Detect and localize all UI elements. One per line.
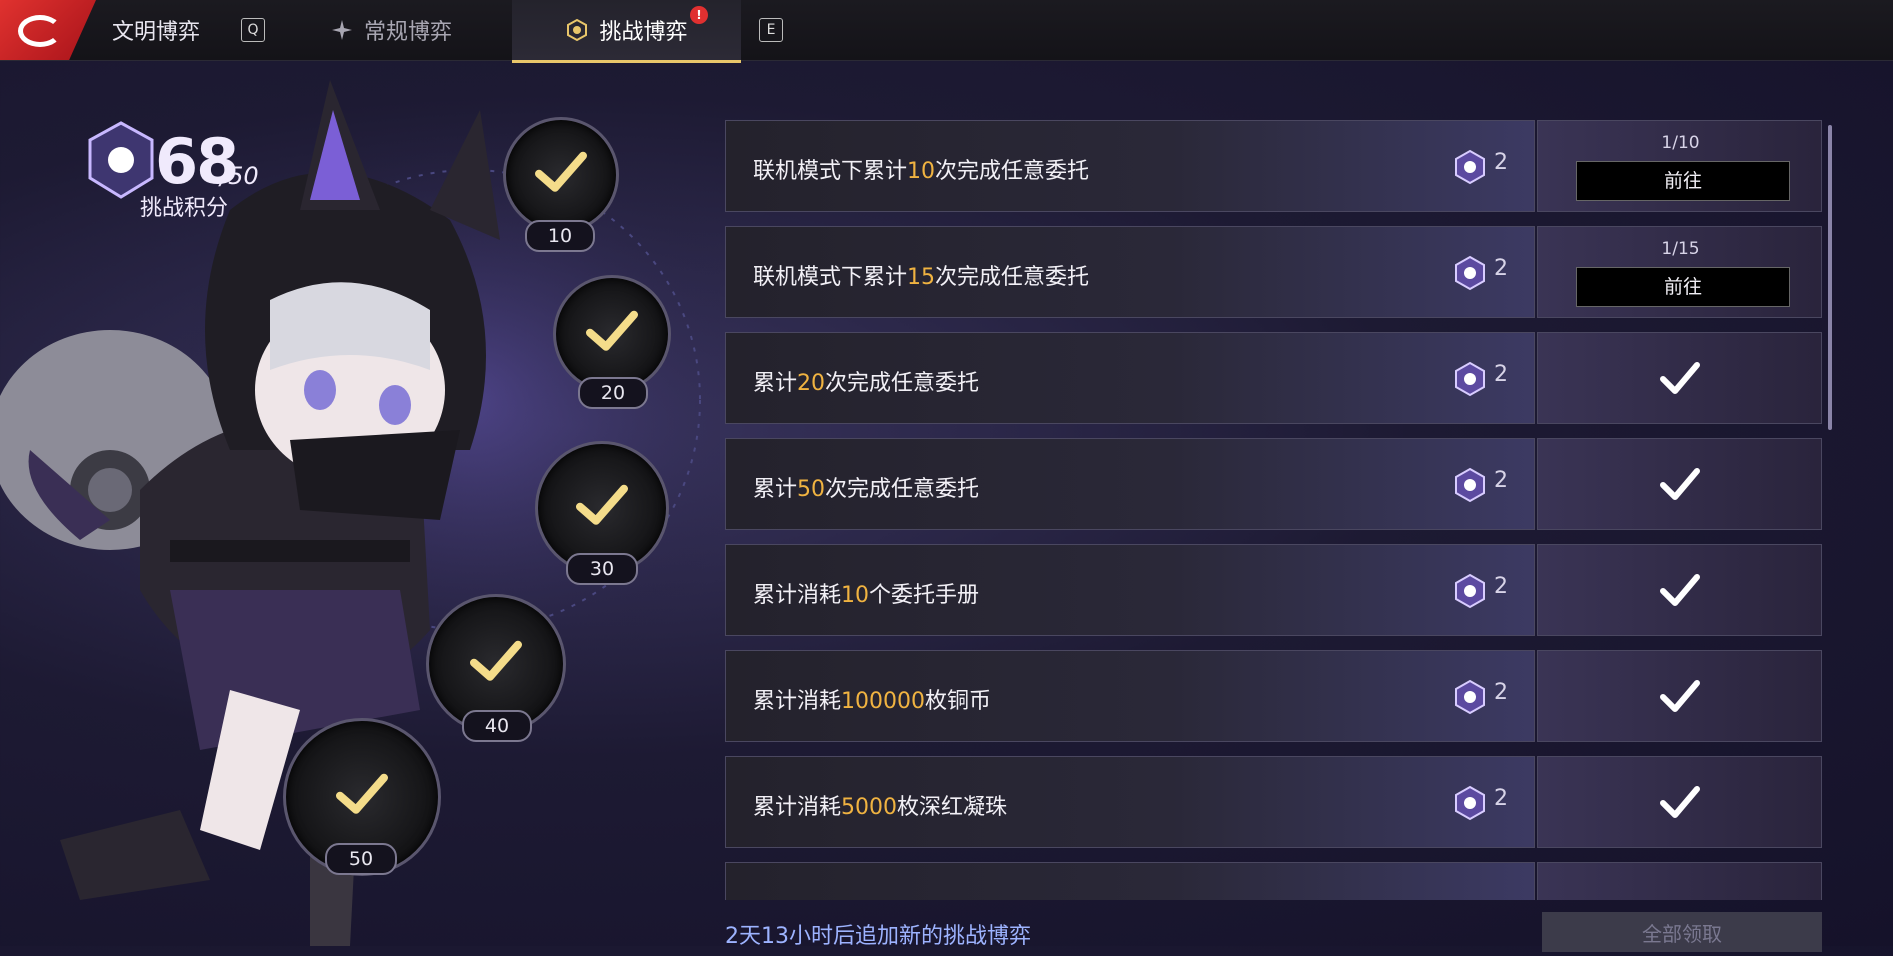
task-description: 累计50次完成任意委托 [753, 477, 980, 502]
task-description: 联机模式下累计15次完成任意委托 [753, 265, 1090, 290]
tab-regular[interactable]: 常规博弈 [330, 0, 452, 60]
tab-civilization[interactable]: 文明博弈 [112, 0, 200, 60]
back-logo-button[interactable] [0, 0, 96, 60]
task-action-area [1537, 438, 1822, 530]
task-main: 联机模式下累计10次完成任意委托 2 [725, 120, 1535, 212]
milestone-node[interactable] [553, 275, 671, 393]
milestone-label: 20 [578, 377, 648, 409]
challenge-icon [567, 18, 588, 42]
completed-check-icon [1660, 680, 1700, 712]
completed-check-icon [1660, 574, 1700, 606]
refresh-countdown-text: 2天13小时后追加新的挑战博弈 [725, 924, 1031, 949]
completed-check-icon [1660, 362, 1700, 394]
reward-amount: 2 [1494, 256, 1508, 281]
task-action-area [1537, 862, 1822, 900]
milestone-label: 30 [566, 553, 638, 585]
task-main: 累计50次完成任意委托 2 [725, 438, 1535, 530]
checkmark-icon [336, 773, 388, 814]
milestone-label: 10 [525, 220, 595, 252]
checkmark-icon [470, 640, 522, 681]
challenge-score-label: 挑战积分 [140, 196, 229, 221]
challenge-score-max: /50 [220, 162, 259, 190]
reward-amount: 2 [1494, 574, 1508, 599]
challenge-point-icon [1455, 679, 1485, 715]
task-description: 累计消耗100000枚铜币 [753, 689, 992, 714]
task-action-area: 1/15 前往 [1537, 226, 1822, 318]
task-main: 累计消耗100000枚铜币 2 [725, 650, 1535, 742]
challenge-score-icon [88, 121, 154, 199]
claim-all-button[interactable]: 全部领取 [1542, 912, 1822, 952]
tab-regular-label: 常规博弈 [364, 20, 453, 45]
completed-check-icon [1660, 786, 1700, 818]
task-main: 累计20次完成任意委托 2 [725, 332, 1535, 424]
task-list-scrollbar[interactable] [1828, 125, 1832, 430]
task-main: 累计消耗10个委托手册 2 [725, 544, 1535, 636]
challenge-point-icon [1455, 149, 1485, 185]
challenge-point-icon [1455, 255, 1485, 291]
tab-civilization-label: 文明博弈 [112, 20, 201, 45]
task-row: 联机模式下累计15次完成任意委托 2 1/15 前往 [725, 226, 1822, 318]
task-action-area [1537, 756, 1822, 848]
challenge-point-icon [1455, 467, 1485, 503]
checkmark-icon [586, 310, 638, 351]
hotkey-q: Q [241, 0, 265, 60]
back-icon [18, 15, 62, 47]
reward-amount: 2 [1494, 786, 1508, 811]
alert-badge: ! [690, 6, 708, 24]
reward-amount: 2 [1494, 468, 1508, 493]
checkmark-icon [535, 151, 587, 192]
challenge-point-icon [1455, 785, 1485, 821]
milestone-label: 40 [462, 710, 532, 742]
task-action-area [1537, 544, 1822, 636]
task-description: 联机模式下累计10次完成任意委托 [753, 159, 1090, 184]
task-action-area [1537, 332, 1822, 424]
reward-amount: 2 [1494, 680, 1508, 705]
milestone-label: 50 [325, 843, 397, 875]
hotkey-e-label: E [759, 18, 783, 42]
task-row: 累计50次完成任意委托 2 [725, 438, 1822, 530]
task-progress: 1/15 [1661, 239, 1700, 259]
milestone-node[interactable] [503, 117, 619, 233]
task-progress: 1/10 [1661, 133, 1700, 153]
task-description: 累计消耗10个委托手册 [753, 583, 980, 608]
task-row: 累计消耗10个委托手册 2 [725, 544, 1822, 636]
task-row: 累计消耗5000枚深红凝珠 2 [725, 756, 1822, 848]
task-description: 累计消耗5000枚深红凝珠 [753, 795, 1008, 820]
star-icon [332, 20, 352, 40]
go-button[interactable]: 前往 [1576, 161, 1790, 201]
go-button[interactable]: 前往 [1576, 267, 1790, 307]
task-action-area [1537, 650, 1822, 742]
task-main [725, 862, 1535, 900]
task-row: 累计20次完成任意委托 2 [725, 332, 1822, 424]
tab-challenge-label: 挑战博弈 [599, 20, 688, 45]
hotkey-e: E [759, 0, 783, 60]
task-row: 累计消耗100000枚铜币 2 [725, 650, 1822, 742]
task-row: 联机模式下累计10次完成任意委托 2 1/10 前往 [725, 120, 1822, 212]
challenge-point-icon [1455, 573, 1485, 609]
task-main: 累计消耗5000枚深红凝珠 2 [725, 756, 1535, 848]
top-nav-bar: 文明博弈 Q 常规博弈 挑战博弈 ! E [0, 0, 1893, 63]
hotkey-q-label: Q [241, 18, 265, 42]
reward-amount: 2 [1494, 150, 1508, 175]
task-row-partial [725, 862, 1822, 900]
tab-challenge[interactable]: 挑战博弈 ! [512, 0, 741, 63]
task-action-area: 1/10 前往 [1537, 120, 1822, 212]
completed-check-icon [1660, 468, 1700, 500]
task-main: 联机模式下累计15次完成任意委托 2 [725, 226, 1535, 318]
task-description: 累计20次完成任意委托 [753, 371, 980, 396]
checkmark-icon [576, 484, 628, 525]
reward-amount: 2 [1494, 362, 1508, 387]
challenge-point-icon [1455, 361, 1485, 397]
task-list[interactable]: 联机模式下累计10次完成任意委托 2 1/10 前往 联机模式下累计15次完成任… [725, 120, 1822, 900]
